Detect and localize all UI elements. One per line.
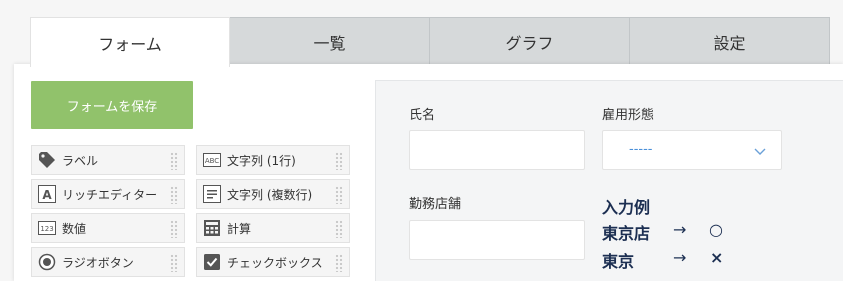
incorrect-mark: ×	[710, 248, 724, 267]
palette-item-multi-line-text[interactable]: 文字列 (複数行)	[196, 179, 350, 209]
tab-form[interactable]: フォーム	[30, 17, 230, 67]
svg-text:A: A	[42, 188, 52, 202]
example-row-text: 東京	[602, 252, 635, 271]
calculator-icon	[203, 219, 221, 237]
rich-editor-icon: A	[38, 185, 56, 203]
tag-icon	[38, 151, 56, 169]
multiline-icon	[203, 185, 221, 203]
palette-item-text: ラジオボタン	[62, 255, 134, 270]
drag-handle-icon[interactable]	[335, 220, 343, 238]
drag-handle-icon[interactable]	[170, 152, 178, 170]
drag-handle-icon[interactable]	[170, 254, 178, 272]
checkbox-icon	[203, 253, 221, 271]
employment-type-select[interactable]: -----	[602, 130, 782, 170]
palette-item-checkbox[interactable]: チェックボックス	[196, 247, 350, 277]
abc-icon: ABC	[203, 151, 221, 169]
chevron-down-icon	[753, 143, 767, 162]
save-form-button[interactable]: フォームを保存	[31, 81, 193, 129]
palette-item-text: 数値	[62, 221, 87, 236]
drag-handle-icon[interactable]	[170, 186, 178, 204]
palette-item-number[interactable]: 123 数値	[31, 213, 185, 243]
palette-item-text: ラベル	[62, 153, 99, 168]
palette-item-text: チェックボックス	[227, 255, 323, 270]
arrow-icon: →	[673, 248, 687, 267]
drag-handle-icon[interactable]	[335, 254, 343, 272]
palette-item-text: 文字列 (1行)	[227, 153, 296, 168]
tab-graph[interactable]: グラフ	[430, 17, 630, 65]
palette-item-rich-editor[interactable]: A リッチエディター	[31, 179, 185, 209]
store-input[interactable]	[409, 220, 585, 260]
example-title: 入力例	[602, 198, 651, 217]
tab-settings[interactable]: 設定	[630, 17, 830, 65]
drag-handle-icon[interactable]	[335, 152, 343, 170]
palette-item-text: 文字列 (複数行)	[227, 187, 313, 202]
store-field-label: 勤務店舗	[409, 197, 462, 212]
palette-item-radio-button[interactable]: ラジオボタン	[31, 247, 185, 277]
svg-text:123: 123	[40, 225, 53, 233]
name-input[interactable]	[409, 130, 585, 170]
arrow-icon: →	[673, 220, 687, 239]
tab-bar: フォーム 一覧 グラフ 設定	[30, 17, 830, 67]
palette-item-text: 計算	[227, 221, 252, 236]
example-row-text: 東京店	[602, 224, 651, 243]
tab-list[interactable]: 一覧	[230, 17, 430, 65]
svg-text:ABC: ABC	[205, 157, 219, 165]
palette-item-text: リッチエディター	[62, 187, 158, 202]
drag-handle-icon[interactable]	[170, 220, 178, 238]
employment-type-label: 雇用形態	[602, 108, 655, 123]
palette-item-label[interactable]: ラベル	[31, 145, 185, 175]
correct-mark: ○	[709, 220, 723, 239]
radio-icon	[38, 253, 56, 271]
name-field-label: 氏名	[409, 108, 436, 123]
palette-item-single-line-text[interactable]: ABC 文字列 (1行)	[196, 145, 350, 175]
employment-type-value: -----	[629, 142, 653, 157]
drag-handle-icon[interactable]	[335, 186, 343, 204]
palette-item-calculation[interactable]: 計算	[196, 213, 350, 243]
number-123-icon: 123	[38, 219, 56, 237]
